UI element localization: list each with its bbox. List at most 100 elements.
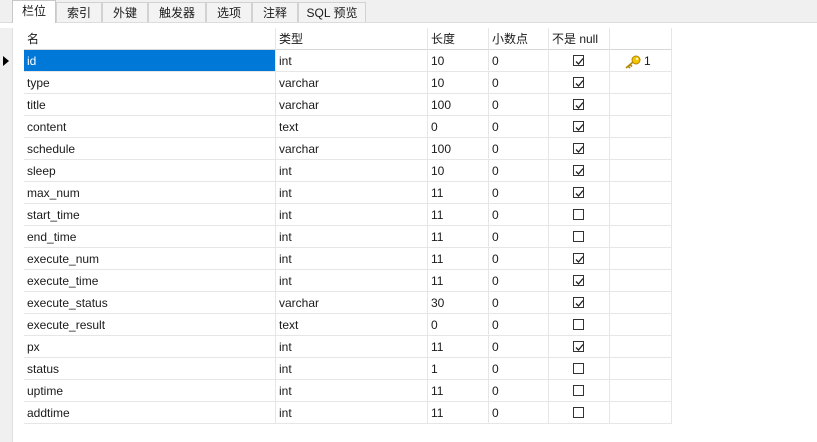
field-type-cell[interactable]: int bbox=[276, 204, 428, 226]
checkbox-checked-icon[interactable] bbox=[573, 253, 584, 264]
field-type-cell[interactable]: int bbox=[276, 50, 428, 72]
field-name-cell[interactable]: schedule bbox=[24, 138, 276, 160]
field-type-cell[interactable]: text bbox=[276, 116, 428, 138]
field-length-cell[interactable]: 0 bbox=[428, 116, 489, 138]
field-type-cell[interactable]: varchar bbox=[276, 138, 428, 160]
checkbox-checked-icon[interactable] bbox=[573, 297, 584, 308]
field-length-cell[interactable]: 11 bbox=[428, 270, 489, 292]
field-type-cell[interactable]: int bbox=[276, 182, 428, 204]
table-row[interactable]: uptime int 11 0 bbox=[12, 380, 672, 402]
field-length-cell[interactable]: 0 bbox=[428, 314, 489, 336]
field-decimals-cell[interactable]: 0 bbox=[489, 116, 549, 138]
checkbox-unchecked-icon[interactable] bbox=[573, 231, 584, 242]
field-type-cell[interactable]: int bbox=[276, 358, 428, 380]
table-row[interactable]: end_time int 11 0 bbox=[12, 226, 672, 248]
field-name-cell[interactable]: px bbox=[24, 336, 276, 358]
tab-4[interactable]: 选项 bbox=[206, 2, 252, 22]
field-key-cell[interactable] bbox=[610, 72, 672, 94]
table-row[interactable]: max_num int 11 0 bbox=[12, 182, 672, 204]
field-length-cell[interactable]: 11 bbox=[428, 248, 489, 270]
field-type-cell[interactable]: int bbox=[276, 380, 428, 402]
field-decimals-cell[interactable]: 0 bbox=[489, 72, 549, 94]
tab-6[interactable]: SQL 预览 bbox=[298, 2, 366, 22]
field-name-cell[interactable]: execute_result bbox=[24, 314, 276, 336]
field-key-cell[interactable] bbox=[610, 116, 672, 138]
field-length-cell[interactable]: 1 bbox=[428, 358, 489, 380]
table-row[interactable]: sleep int 10 0 bbox=[12, 160, 672, 182]
field-length-cell[interactable]: 10 bbox=[428, 72, 489, 94]
checkbox-unchecked-icon[interactable] bbox=[573, 407, 584, 418]
field-length-cell[interactable]: 30 bbox=[428, 292, 489, 314]
field-name-cell[interactable]: execute_num bbox=[24, 248, 276, 270]
field-key-cell[interactable] bbox=[610, 138, 672, 160]
field-name-cell[interactable]: addtime bbox=[24, 402, 276, 424]
field-name-cell[interactable]: status bbox=[24, 358, 276, 380]
field-not-null-cell[interactable] bbox=[549, 270, 610, 292]
field-key-cell[interactable] bbox=[610, 336, 672, 358]
field-name-cell[interactable]: end_time bbox=[24, 226, 276, 248]
checkbox-checked-icon[interactable] bbox=[573, 121, 584, 132]
field-decimals-cell[interactable]: 0 bbox=[489, 358, 549, 380]
field-not-null-cell[interactable] bbox=[549, 116, 610, 138]
tab-2[interactable]: 外键 bbox=[102, 2, 148, 22]
field-not-null-cell[interactable] bbox=[549, 72, 610, 94]
checkbox-checked-icon[interactable] bbox=[573, 341, 584, 352]
header-type[interactable]: 类型 bbox=[276, 28, 428, 50]
header-not-null[interactable]: 不是 null bbox=[549, 28, 610, 50]
field-name-cell[interactable]: start_time bbox=[24, 204, 276, 226]
tab-1[interactable]: 索引 bbox=[56, 2, 102, 22]
field-not-null-cell[interactable] bbox=[549, 402, 610, 424]
table-row[interactable]: type varchar 10 0 bbox=[12, 72, 672, 94]
field-decimals-cell[interactable]: 0 bbox=[489, 292, 549, 314]
field-length-cell[interactable]: 11 bbox=[428, 402, 489, 424]
checkbox-checked-icon[interactable] bbox=[573, 77, 584, 88]
tab-3[interactable]: 触发器 bbox=[148, 2, 206, 22]
field-not-null-cell[interactable] bbox=[549, 314, 610, 336]
field-type-cell[interactable]: text bbox=[276, 314, 428, 336]
tab-0[interactable]: 栏位 bbox=[12, 0, 56, 23]
field-type-cell[interactable]: int bbox=[276, 336, 428, 358]
field-not-null-cell[interactable] bbox=[549, 336, 610, 358]
field-not-null-cell[interactable] bbox=[549, 380, 610, 402]
field-key-cell[interactable] bbox=[610, 358, 672, 380]
checkbox-checked-icon[interactable] bbox=[573, 165, 584, 176]
field-key-cell[interactable] bbox=[610, 402, 672, 424]
field-key-cell[interactable]: 1 bbox=[610, 50, 672, 72]
field-key-cell[interactable] bbox=[610, 204, 672, 226]
field-decimals-cell[interactable]: 0 bbox=[489, 50, 549, 72]
field-key-cell[interactable] bbox=[610, 270, 672, 292]
field-not-null-cell[interactable] bbox=[549, 94, 610, 116]
field-not-null-cell[interactable] bbox=[549, 226, 610, 248]
checkbox-checked-icon[interactable] bbox=[573, 275, 584, 286]
field-decimals-cell[interactable]: 0 bbox=[489, 204, 549, 226]
table-row[interactable]: id int 10 0 1 bbox=[3, 50, 672, 72]
checkbox-checked-icon[interactable] bbox=[573, 99, 584, 110]
field-not-null-cell[interactable] bbox=[549, 50, 610, 72]
table-row[interactable]: status int 1 0 bbox=[12, 358, 672, 380]
field-length-cell[interactable]: 11 bbox=[428, 226, 489, 248]
field-not-null-cell[interactable] bbox=[549, 358, 610, 380]
field-name-cell[interactable]: max_num bbox=[24, 182, 276, 204]
checkbox-unchecked-icon[interactable] bbox=[573, 385, 584, 396]
header-length[interactable]: 长度 bbox=[428, 28, 489, 50]
field-not-null-cell[interactable] bbox=[549, 182, 610, 204]
checkbox-unchecked-icon[interactable] bbox=[573, 209, 584, 220]
field-type-cell[interactable]: varchar bbox=[276, 292, 428, 314]
field-key-cell[interactable] bbox=[610, 248, 672, 270]
field-decimals-cell[interactable]: 0 bbox=[489, 336, 549, 358]
field-decimals-cell[interactable]: 0 bbox=[489, 248, 549, 270]
field-length-cell[interactable]: 11 bbox=[428, 380, 489, 402]
field-decimals-cell[interactable]: 0 bbox=[489, 402, 549, 424]
field-key-cell[interactable] bbox=[610, 314, 672, 336]
field-decimals-cell[interactable]: 0 bbox=[489, 270, 549, 292]
field-length-cell[interactable]: 11 bbox=[428, 204, 489, 226]
field-length-cell[interactable]: 11 bbox=[428, 336, 489, 358]
field-name-cell[interactable]: content bbox=[24, 116, 276, 138]
table-row[interactable]: px int 11 0 bbox=[12, 336, 672, 358]
checkbox-unchecked-icon[interactable] bbox=[573, 319, 584, 330]
field-length-cell[interactable]: 10 bbox=[428, 50, 489, 72]
table-row[interactable]: execute_status varchar 30 0 bbox=[12, 292, 672, 314]
checkbox-checked-icon[interactable] bbox=[573, 55, 584, 66]
field-length-cell[interactable]: 100 bbox=[428, 94, 489, 116]
field-length-cell[interactable]: 100 bbox=[428, 138, 489, 160]
